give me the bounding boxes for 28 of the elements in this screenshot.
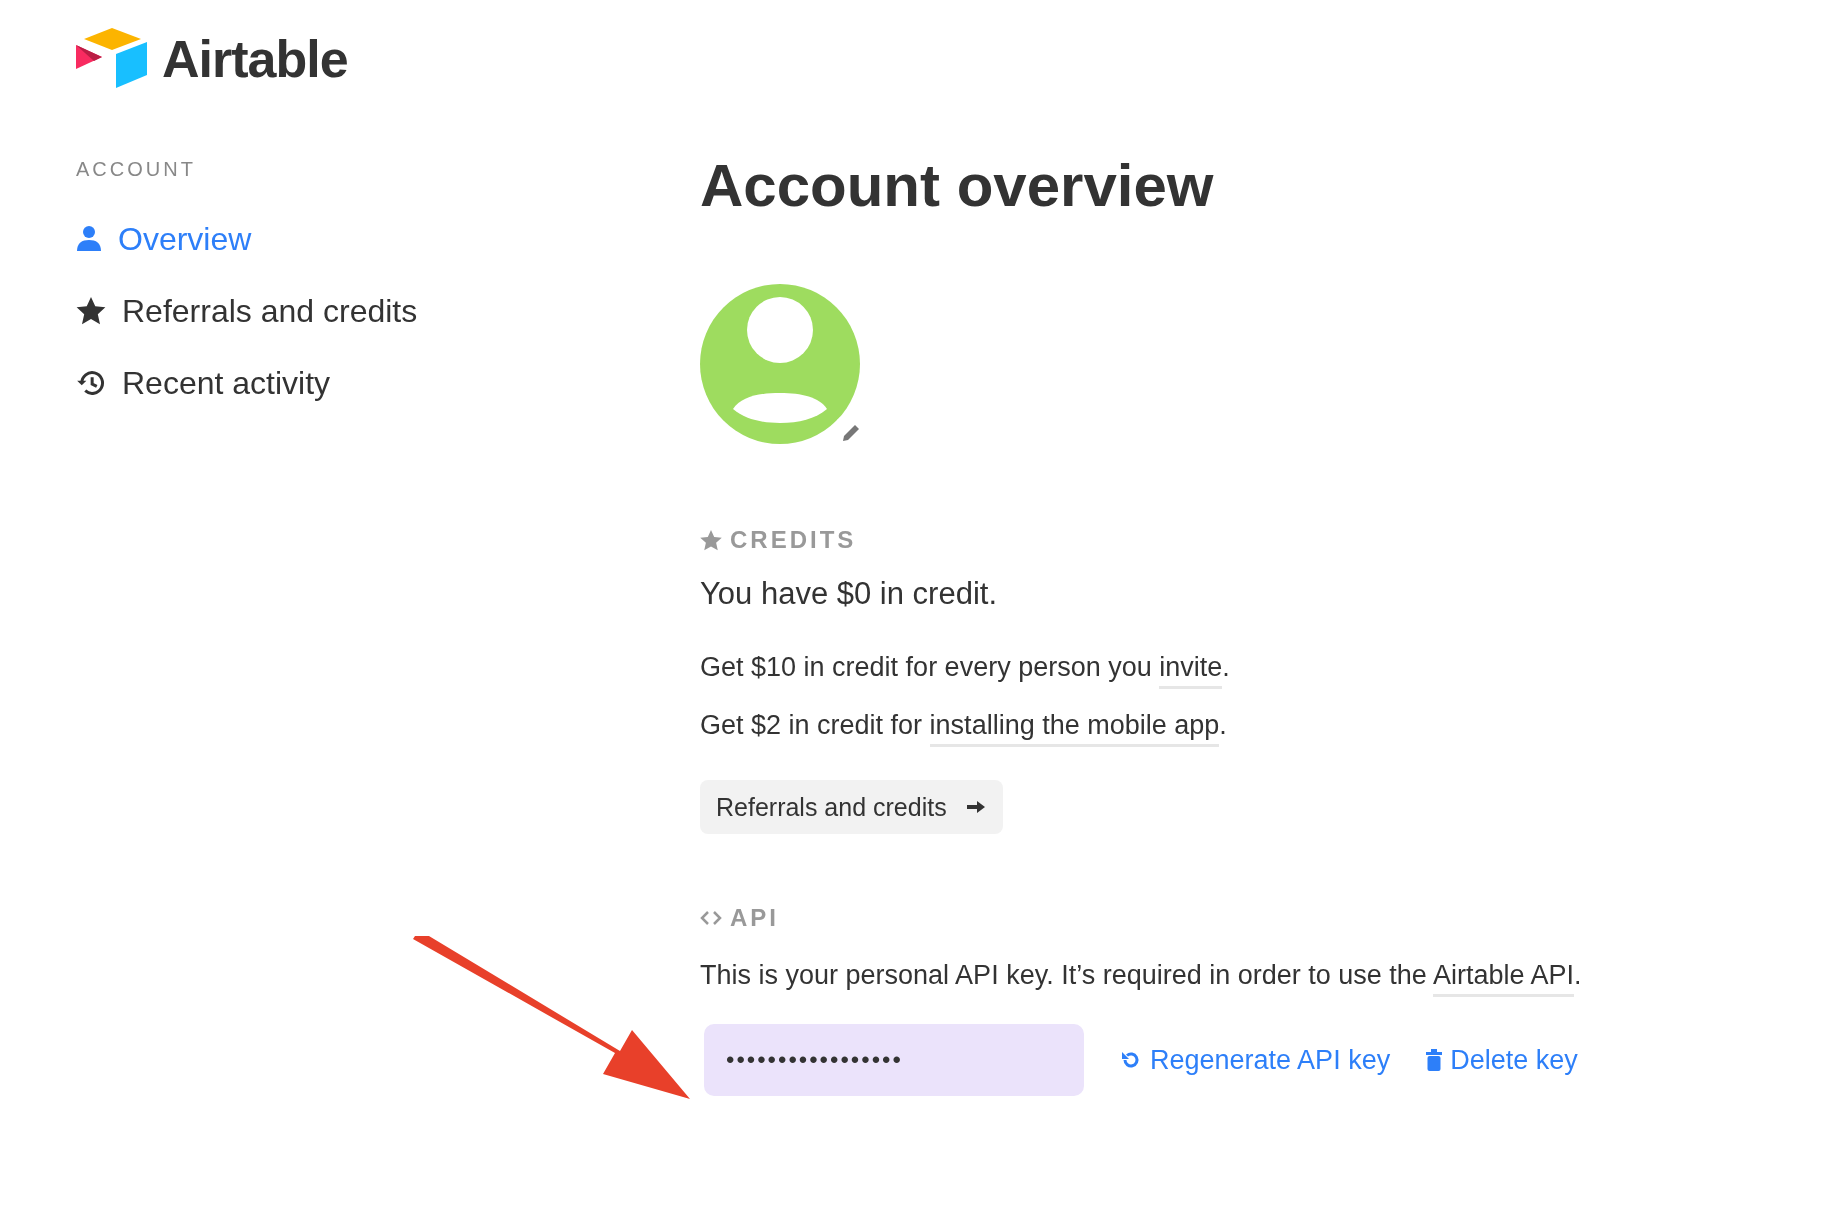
api-key-field[interactable]: ••••••••••••••••• bbox=[704, 1024, 1084, 1096]
offer-text: Get $2 in credit for installing the mobile app. bbox=[700, 696, 1230, 754]
sidebar-heading: ACCOUNT bbox=[76, 158, 197, 181]
section-heading: CREDITS bbox=[730, 526, 857, 554]
action-link[interactable]: Regenerate API key bbox=[1120, 1044, 1391, 1076]
star-icon bbox=[76, 297, 106, 325]
api-description: This is your personal API key. It’s required in order to use the Airtable API. bbox=[700, 946, 1582, 1004]
star-icon bbox=[700, 529, 722, 551]
referrals-button[interactable]: Referrals and credits bbox=[700, 780, 1003, 834]
person-icon bbox=[76, 225, 102, 253]
arrow-right-icon bbox=[966, 800, 985, 814]
section-heading: API bbox=[730, 904, 779, 932]
credit-balance: You have $0 in credit. bbox=[700, 576, 997, 612]
sidebar-item[interactable]: Overview bbox=[76, 203, 700, 275]
logo-icon bbox=[76, 28, 148, 90]
sidebar-item[interactable]: Recent activity bbox=[76, 347, 700, 419]
logo-text: Airtable bbox=[162, 29, 348, 89]
sidebar-item[interactable]: Referrals and credits bbox=[76, 275, 700, 347]
text-link[interactable]: invite bbox=[1159, 652, 1223, 689]
code-icon bbox=[700, 910, 722, 926]
page-title: Account overview bbox=[700, 151, 1214, 221]
text-link[interactable]: installing the mobile app bbox=[929, 710, 1220, 747]
text-link[interactable]: Airtable API bbox=[1432, 960, 1574, 997]
pencil-icon bbox=[841, 423, 861, 443]
history-icon bbox=[76, 369, 106, 397]
action-link[interactable]: Delete key bbox=[1426, 1044, 1578, 1076]
trash-icon bbox=[1426, 1049, 1443, 1071]
offer-text: Get $10 in credit for every person you invite. bbox=[700, 638, 1230, 696]
